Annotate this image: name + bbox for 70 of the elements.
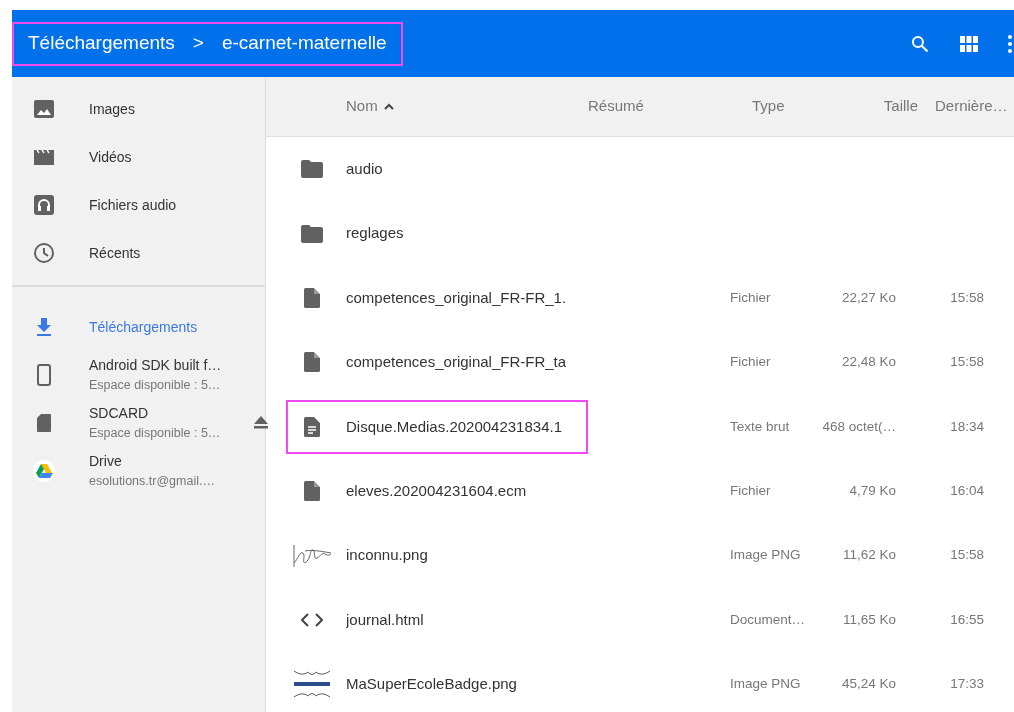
file-type: Image PNG [730,547,801,563]
file-size: 468 octet(… [822,418,896,434]
file-row[interactable]: competences_original_FR-FR_1. Fichier 22,27 Ko 15:58 [266,265,1014,331]
grid-view-icon[interactable] [960,35,978,52]
column-header[interactable]: Résumé [588,95,644,118]
file-type: Image PNG [730,676,801,692]
file-size: 22,27 Ko [841,289,896,305]
file-name: reglages [346,223,405,244]
text-file-icon [304,416,320,437]
clock-icon [32,241,56,265]
column-header[interactable]: Taille [883,95,918,118]
file-name: eleves.202004231604.ecm [346,480,528,501]
modified-time: 15:58 [950,289,984,305]
sidebar-item[interactable]: Récents [12,229,265,277]
file-name: inconnu.png [346,545,429,566]
more-menu-icon[interactable] [1008,34,1012,53]
file-type: Fichier [730,483,771,498]
file-size: 11,65 Ko [842,611,896,627]
file-name: MaSuperEcoleBadge.png [346,674,518,695]
file-name: journal.html [346,609,425,630]
drive-icon [32,459,56,483]
file-icon [304,481,320,502]
file-row[interactable]: Disque.Medias.202004231834.1 Texte brut 468 octet(… 18:34 [266,394,1014,459]
file-row[interactable]: journal.html Document… 11,65 Ko 16:55 [266,587,1014,653]
file-type: Fichier [730,354,771,370]
file-size: 4,79 Ko [849,483,896,498]
modified-time: 15:58 [950,354,984,370]
sidebar-item[interactable]: Téléchargements [12,303,265,351]
headphones-icon [32,193,56,217]
file-name: competences_original_FR-FR_ta [346,352,568,373]
file-type: Document… [730,611,806,627]
sidebar-item[interactable]: SDCARD Espace disponible : 5… [12,399,265,447]
file-type: Texte brut [730,418,790,434]
file-row[interactable]: inconnu.png Image PNG 11,62 Ko 15:58 [266,523,1014,588]
file-size: 22,48 Ko [841,354,896,370]
code-icon [301,612,323,627]
folder-icon [301,160,323,179]
file-name: Disque.Medias.202004231834.1 [346,416,563,437]
sidebar-item[interactable]: Vidéos [12,133,265,181]
file-row[interactable]: audio [266,137,1014,202]
image-icon [32,97,56,121]
sidebar-item[interactable]: Fichiers audio [12,181,265,229]
file-row[interactable]: MaSuperEcoleBadge.png Image PNG 45,24 Ko 17:33 [266,652,1014,712]
sidebar-item[interactable]: Android SDK built f… Espace disponible : 5… [12,351,265,399]
file-row[interactable]: reglages [266,201,1014,266]
file-name: audio [346,158,384,179]
column-header[interactable]: Nom [346,95,378,118]
modified-time: 16:04 [950,483,984,498]
file-type: Fichier [730,289,771,305]
sidebar-item[interactable]: Images [12,85,265,133]
modified-time: 17:33 [950,676,984,692]
file-row[interactable]: competences_original_FR-FR_ta Fichier 22,48 Ko 15:58 [266,330,1014,395]
folder-icon [301,224,323,243]
breadcrumb-separator: > [192,31,204,56]
file-icon [304,352,320,373]
column-header[interactable]: Dernière… [935,95,1008,118]
modified-time: 16:55 [950,611,984,627]
file-icon [304,287,320,308]
column-header[interactable]: Type [752,95,785,118]
breadcrumb-item[interactable]: e-carnet-maternelle [221,29,387,58]
sidebar-item[interactable]: Drive esolutions.tr@gmail.… [12,447,265,495]
search-icon[interactable] [910,33,930,54]
file-size: 11,62 Ko [842,547,896,563]
file-size: 45,24 Ko [841,676,896,692]
modified-time: 15:58 [950,547,984,563]
eject-icon[interactable] [253,416,270,430]
file-name: competences_original_FR-FR_1. [346,287,568,308]
file-row[interactable]: eleves.202004231604.ecm Fichier 4,79 Ko 16:04 [266,458,1014,524]
modified-time: 18:34 [950,418,984,434]
breadcrumb-item[interactable]: Téléchargements [28,29,175,58]
